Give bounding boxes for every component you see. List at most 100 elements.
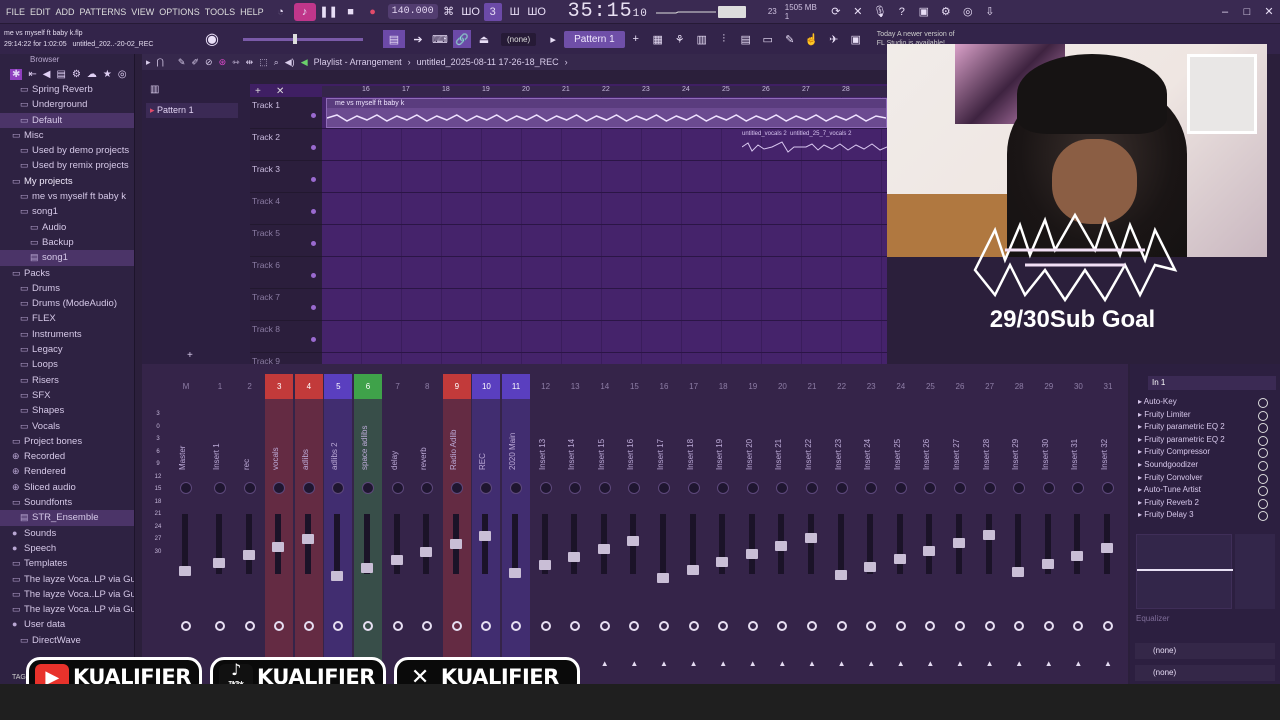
route-ring[interactable] xyxy=(629,621,640,631)
pan-knob[interactable] xyxy=(1102,482,1114,494)
fx-slot[interactable]: ▸ Fruity Convolver xyxy=(1130,472,1280,485)
piano-roll-icon[interactable]: ▥ xyxy=(693,30,711,48)
send-arrow-icon[interactable]: ▲ xyxy=(986,659,994,668)
close-icon[interactable]: ✕ xyxy=(1260,3,1278,21)
route-ring[interactable] xyxy=(451,621,462,631)
pan-knob[interactable] xyxy=(865,482,878,494)
stop-icon[interactable]: ■ xyxy=(342,3,360,21)
browser-item[interactable]: ▭ FLEX xyxy=(0,311,134,326)
route-ring[interactable] xyxy=(570,621,581,631)
browser-item[interactable]: ▭ Misc xyxy=(0,128,134,143)
mixer-strip[interactable]: 24 Insert 25 ▲ xyxy=(887,374,915,679)
help-icon[interactable]: ? xyxy=(893,3,911,21)
browser-item[interactable]: ▭ Legacy xyxy=(0,342,134,357)
back-icon[interactable]: ◀ xyxy=(43,69,51,80)
volume-fader[interactable] xyxy=(985,514,992,574)
fader-cap[interactable] xyxy=(834,570,847,580)
fader-cap[interactable] xyxy=(272,542,285,552)
route-ring[interactable] xyxy=(511,621,521,631)
route-ring[interactable] xyxy=(363,621,373,631)
mixer-strip[interactable]: 17 Insert 18 ▲ xyxy=(680,374,708,679)
mixer-strip[interactable]: 28 Insert 29 ▲ xyxy=(1005,374,1033,679)
pan-knob[interactable] xyxy=(391,482,404,494)
pattern-select[interactable]: Pattern 1 xyxy=(564,30,625,48)
pan-knob[interactable] xyxy=(332,482,345,494)
mixer-strip[interactable]: 6space adlibs▲ xyxy=(354,374,382,679)
arrow-icon[interactable]: ➔ xyxy=(409,30,427,48)
send-arrow-icon[interactable]: ▲ xyxy=(601,659,609,668)
track-header[interactable]: Track 3 xyxy=(250,161,322,193)
loop-record-icon[interactable]: ШО xyxy=(527,3,546,21)
browser-item[interactable]: ▭ Default xyxy=(0,112,134,128)
minimize-icon[interactable]: – xyxy=(1216,3,1234,21)
browser-item[interactable]: ● Speech xyxy=(0,541,134,556)
track-mute-led[interactable] xyxy=(311,305,316,310)
route-ring[interactable] xyxy=(984,621,995,631)
send-arrow-icon[interactable]: ▲ xyxy=(778,659,786,668)
browser-item[interactable]: ▭The layze Voca..LP via Gunnr xyxy=(0,572,134,587)
zoom-icon[interactable]: ⌕ xyxy=(274,57,279,68)
fx-slot[interactable]: ▸ Fruity parametric EQ 2 xyxy=(1130,434,1280,447)
menu-item-options[interactable]: OPTIONS xyxy=(159,7,200,17)
pan-knob[interactable] xyxy=(894,482,907,494)
fader-cap[interactable] xyxy=(242,550,255,560)
collapse-icon[interactable]: ⇤ xyxy=(28,69,36,80)
route-ring[interactable] xyxy=(718,621,729,631)
close-track-icon[interactable]: ✕ xyxy=(276,86,284,97)
send-arrow-icon[interactable]: ▲ xyxy=(630,659,638,668)
pan-knob[interactable] xyxy=(658,482,670,494)
pan-knob[interactable] xyxy=(480,482,493,494)
menu-item-help[interactable]: HELP xyxy=(240,7,264,17)
fader-cap[interactable] xyxy=(361,563,373,573)
browser-item[interactable]: ▤ STR_Ensemble xyxy=(0,510,134,526)
input-select[interactable]: In 1 xyxy=(1148,376,1276,390)
stamp-icon[interactable]: ⏏ xyxy=(475,30,493,48)
route-ring[interactable] xyxy=(422,621,433,631)
wait-icon[interactable]: ШО xyxy=(461,3,480,21)
snap-select[interactable]: (none) xyxy=(501,32,537,46)
browser-item[interactable]: ● User data xyxy=(0,617,134,632)
mixer-strip[interactable]: 29 Insert 30 ▲ xyxy=(1035,374,1063,679)
send-arrow-icon[interactable]: ▲ xyxy=(926,659,934,668)
select-icon[interactable]: ⬚ xyxy=(259,57,268,68)
pan-knob[interactable] xyxy=(983,482,996,494)
browser-item[interactable]: ▭ Used by demo projects xyxy=(0,143,134,158)
volume-fader[interactable] xyxy=(1015,514,1022,574)
mixer-strip[interactable]: 12Insert 13▲ xyxy=(532,374,560,679)
browser-item[interactable]: ⊕ Sliced audio xyxy=(0,480,134,495)
fx-slot[interactable]: ▸ Auto-Key xyxy=(1130,396,1280,409)
fader-cap[interactable] xyxy=(213,558,225,568)
fader-cap[interactable] xyxy=(893,554,906,564)
browser-item[interactable]: ▭ me vs myself ft baby k xyxy=(0,189,134,204)
mixer-strip[interactable]: 16 Insert 17 ▲ xyxy=(650,374,678,679)
filter-icon[interactable]: ◎ xyxy=(118,69,127,80)
fader-cap[interactable] xyxy=(538,560,551,570)
browser-item[interactable]: ▭ Vocals xyxy=(0,419,134,434)
refresh-icon[interactable]: ⟳ xyxy=(827,3,845,21)
mixer-strip[interactable]: 19 Insert 20 ▲ xyxy=(739,374,767,679)
track-lane[interactable] xyxy=(322,193,887,225)
output-slot-1[interactable]: (none) xyxy=(1135,643,1275,659)
fader-cap[interactable] xyxy=(982,530,995,540)
pattern-arrow-icon[interactable]: ▸ xyxy=(544,30,562,48)
mixer-strip[interactable]: 25 Insert 26 ▲ xyxy=(916,374,944,679)
pan-knob[interactable] xyxy=(302,482,315,494)
output-slot-2[interactable]: (none) xyxy=(1135,665,1275,681)
volume-fader[interactable] xyxy=(808,514,814,574)
browser-item[interactable]: ▭ Underground xyxy=(0,97,134,112)
chat-icon[interactable]: ◎ xyxy=(959,3,977,21)
fx-slot[interactable]: ▸ Soundgoodizer xyxy=(1130,459,1280,472)
fader-cap[interactable] xyxy=(597,544,610,554)
route-ring[interactable] xyxy=(955,621,965,631)
browser-item[interactable]: ⊕ Rendered xyxy=(0,464,134,479)
volume-fader[interactable] xyxy=(423,514,430,574)
fader-cap[interactable] xyxy=(745,549,758,559)
pan-knob[interactable] xyxy=(806,482,818,494)
mixer-strip[interactable]: 112020 Main▲ xyxy=(502,374,530,679)
route-ring[interactable] xyxy=(303,621,314,631)
add-pattern-plus-icon[interactable]: + xyxy=(187,350,193,361)
mixer-strip[interactable]: MMaster▲ xyxy=(172,374,200,679)
browser-item[interactable]: ▭ Instruments xyxy=(0,327,134,342)
volume-fader[interactable] xyxy=(748,514,755,574)
fader-cap[interactable] xyxy=(568,552,581,562)
